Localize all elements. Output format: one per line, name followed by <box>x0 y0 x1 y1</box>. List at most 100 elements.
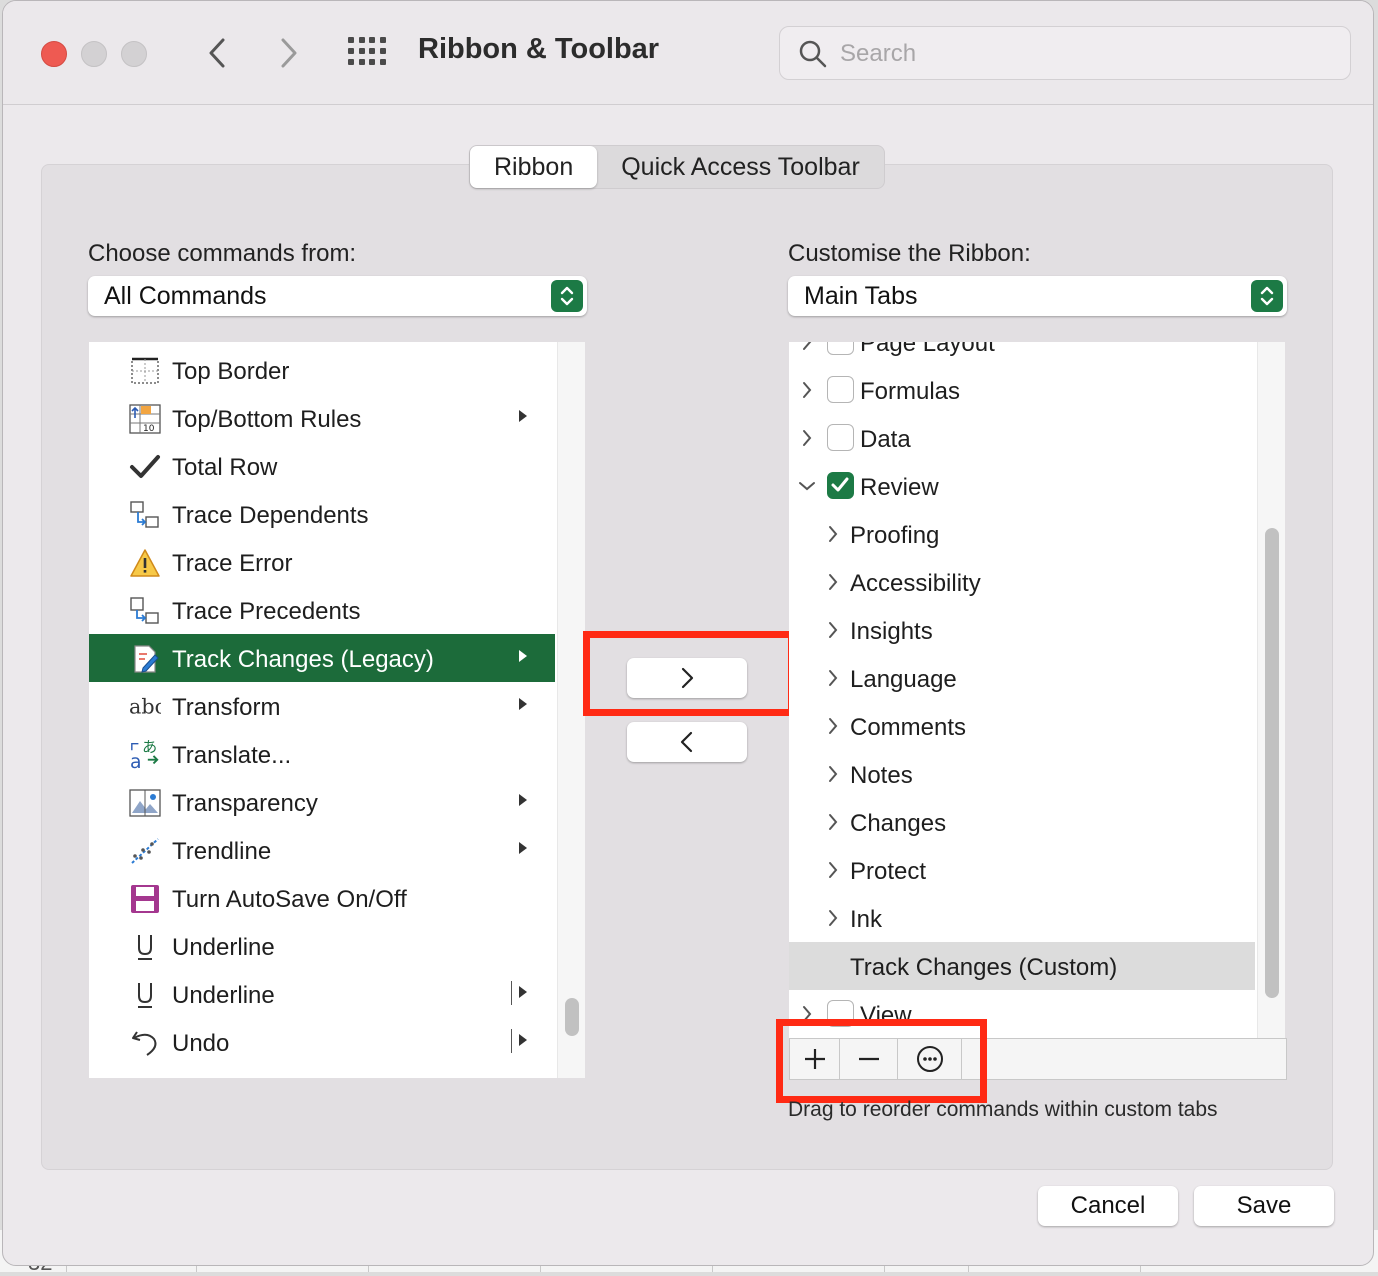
list-item[interactable]: Turn AutoSave On/Off <box>89 874 555 922</box>
list-item[interactable]: Undo <box>89 1018 555 1066</box>
scrollbar-thumb[interactable] <box>565 998 579 1036</box>
scrollbar-thumb[interactable] <box>1265 528 1279 998</box>
tab-checkbox-checked[interactable] <box>827 472 854 499</box>
tree-group-label: Insights <box>850 618 933 645</box>
close-window-button[interactable] <box>41 41 67 67</box>
split-separator <box>511 1029 512 1053</box>
chevron-right-icon <box>829 718 838 734</box>
commands-list[interactable]: Top Border 10 Top/Bottom Rules Total Row… <box>89 342 585 1078</box>
list-item[interactable]: Trace Error <box>89 538 555 586</box>
list-item[interactable]: Underline <box>89 922 555 970</box>
show-all-grid-icon[interactable] <box>348 37 388 69</box>
list-item[interactable]: Underline <box>89 970 555 1018</box>
tree-group[interactable]: Changes <box>789 798 1255 846</box>
submenu-arrow-icon <box>519 1034 527 1046</box>
reorder-hint: Drag to reorder commands within custom t… <box>788 1098 1218 1121</box>
translate-icon: あa <box>129 738 161 772</box>
list-item[interactable]: Top Border <box>89 346 555 394</box>
ribbon-tree[interactable]: Page Layout Formulas Data Review Proofin… <box>789 342 1285 1038</box>
tree-group[interactable]: Language <box>789 654 1255 702</box>
list-item-label: Trace Error <box>172 550 293 577</box>
tab-checkbox[interactable] <box>827 424 854 451</box>
chevron-right-icon <box>281 38 297 68</box>
minus-icon <box>858 1057 879 1061</box>
tree-group[interactable]: Proofing <box>789 510 1255 558</box>
search-input[interactable] <box>840 35 1320 73</box>
ribbon-tabs-dropdown[interactable]: Main Tabs <box>788 276 1287 316</box>
list-item[interactable]: abc Transform <box>89 682 555 730</box>
remove-button[interactable] <box>840 1039 898 1079</box>
tree-edit-toolbar <box>789 1038 1287 1080</box>
cancel-button[interactable]: Cancel <box>1038 1186 1178 1226</box>
window-title: Ribbon & Toolbar <box>418 33 660 65</box>
tree-group-selected[interactable]: Track Changes (Custom) <box>789 942 1255 990</box>
list-item-label: Track Changes (Legacy) <box>172 646 434 673</box>
commands-scrollbar[interactable] <box>557 342 585 1078</box>
tree-item[interactable]: Formulas <box>789 366 1255 414</box>
remove-from-ribbon-button[interactable] <box>627 722 747 762</box>
tree-item-label: Page Layout <box>860 342 995 357</box>
add-to-ribbon-button[interactable] <box>627 658 747 698</box>
tree-group[interactable]: Notes <box>789 750 1255 798</box>
chevron-right-icon <box>829 910 838 926</box>
list-item-label: Undo <box>172 1030 230 1057</box>
minimize-window-button[interactable] <box>81 41 107 67</box>
list-item-label: Top Border <box>172 358 290 385</box>
commands-source-value: All Commands <box>104 281 267 310</box>
list-item[interactable]: 10 Top/Bottom Rules <box>89 394 555 442</box>
commands-source-dropdown[interactable]: All Commands <box>88 276 587 316</box>
list-item[interactable]: Trace Dependents <box>89 490 555 538</box>
tree-group[interactable]: Accessibility <box>789 558 1255 606</box>
tree-group[interactable]: Insights <box>789 606 1255 654</box>
chevron-right-icon <box>829 526 838 542</box>
save-disk-icon <box>129 884 161 914</box>
list-item[interactable]: Transparency <box>89 778 555 826</box>
ribbon-tree-scrollbar[interactable] <box>1257 342 1285 1038</box>
tab-ribbon[interactable]: Ribbon <box>470 146 598 188</box>
tree-group-label: Comments <box>850 714 967 741</box>
tree-item[interactable]: Review <box>789 462 1255 510</box>
tree-group-label: Accessibility <box>850 570 981 597</box>
tree-item[interactable]: View <box>789 990 1255 1038</box>
tree-item[interactable]: Page Layout <box>789 342 1255 366</box>
list-item-label: Transparency <box>172 790 318 817</box>
tab-checkbox[interactable] <box>827 342 854 355</box>
list-item[interactable]: Trendline <box>89 826 555 874</box>
tree-item[interactable]: Data <box>789 414 1255 462</box>
back-button[interactable] <box>197 31 237 75</box>
forward-button[interactable] <box>269 31 309 75</box>
ribbon-tabs-value: Main Tabs <box>804 281 918 310</box>
more-options-button[interactable] <box>898 1039 962 1079</box>
checkmark-icon <box>831 477 849 492</box>
save-button[interactable]: Save <box>1194 1186 1334 1226</box>
list-item[interactable]: Total Row <box>89 442 555 490</box>
customise-ribbon-label: Customise the Ribbon: <box>788 240 1031 267</box>
tree-group-label: Changes <box>850 810 947 837</box>
list-item[interactable]: Trace Precedents <box>89 586 555 634</box>
tab-quick-access-toolbar[interactable]: Quick Access Toolbar <box>597 146 884 188</box>
search-field[interactable] <box>779 26 1351 80</box>
list-item-label: Underline <box>172 934 275 961</box>
updown-stepper-icon <box>1251 280 1283 312</box>
tree-group[interactable]: Ink <box>789 894 1255 942</box>
trace-precedents-icon <box>129 596 161 626</box>
tab-checkbox[interactable] <box>827 1000 854 1027</box>
tree-group[interactable]: Comments <box>789 702 1255 750</box>
tab-checkbox[interactable] <box>827 376 854 403</box>
transform-abc-icon: abc <box>129 692 161 722</box>
add-button[interactable] <box>790 1039 840 1079</box>
transparency-icon <box>129 788 161 818</box>
chevron-right-icon <box>829 670 838 686</box>
tree-group-label: Track Changes (Custom) <box>850 954 1118 981</box>
checkmark-icon <box>129 452 161 482</box>
list-item-label: Turn AutoSave On/Off <box>172 886 407 913</box>
chevron-right-icon <box>803 1006 812 1022</box>
list-item[interactable]: あa Translate... <box>89 730 555 778</box>
tree-group[interactable]: Protect <box>789 846 1255 894</box>
maximize-window-button[interactable] <box>121 41 147 67</box>
tree-group-label: Notes <box>850 762 913 789</box>
list-item-selected[interactable]: Track Changes (Legacy) <box>89 634 555 682</box>
chevron-left-icon <box>680 731 693 753</box>
tree-group-label: Language <box>850 666 957 693</box>
track-changes-icon <box>129 644 161 674</box>
